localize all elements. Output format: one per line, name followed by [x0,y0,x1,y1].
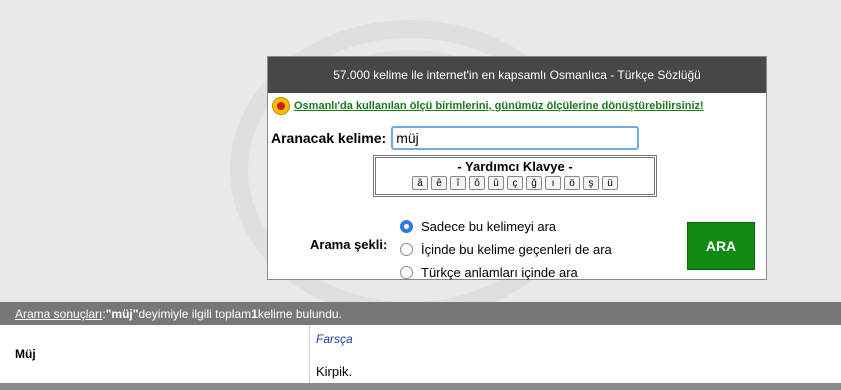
search-mode-label: Arama şekli: [310,237,388,252]
radio-icon[interactable] [400,243,413,256]
results-text-mid: deyimiyle ilgili toplam [138,306,252,321]
mode-option-label: İçinde bu kelime geçenleri de ara [421,242,612,257]
keyboard-keys: â ê î ô û ç ğ ı ö ş ü [376,176,654,190]
mode-option-label: Sadece bu kelimeyi ara [421,219,557,234]
radio-selected-icon[interactable] [400,220,413,233]
search-mode-options: Sadece bu kelimeyi ara İçinde bu kelime … [400,215,612,284]
search-label: Aranacak kelime: [271,130,387,146]
search-input[interactable] [391,126,640,150]
search-panel: 57.000 kelime ile internet'in en kapsaml… [267,56,767,280]
search-row: Aranacak kelime: [271,126,640,150]
mode-option-meanings[interactable]: Türkçe anlamları içinde ara [400,261,612,284]
key-o-umlaut[interactable]: ö [564,176,580,190]
bottom-bar [0,383,841,390]
key-dotless-i[interactable]: ı [545,176,561,190]
info-row: Osmanlı'da kullanılan ölçü birimlerini, … [272,97,704,115]
helper-keyboard: - Yardımcı Klavye - â ê î ô û ç ğ ı ö ş … [373,155,657,197]
key-u-circumflex[interactable]: û [488,176,504,190]
key-a-circumflex[interactable]: â [412,176,428,190]
result-divider [309,325,310,383]
results-summary: Arama sonuçları: "müj" deyimiyle ilgili t… [0,302,841,325]
result-row [0,325,841,383]
key-o-circumflex[interactable]: ô [469,176,485,190]
search-button[interactable]: ARA [687,222,755,270]
info-badge-icon [272,97,290,115]
mode-option-label: Türkçe anlamları içinde ara [421,265,578,280]
result-language: Farsça [316,332,353,346]
key-e-circumflex[interactable]: ê [431,176,447,190]
results-text-end: kelime bulundu. [257,306,342,321]
results-query: "müj" [105,306,139,321]
keyboard-title: - Yardımcı Klavye - [457,159,573,174]
results-link[interactable]: Arama sonuçları [15,307,102,321]
key-i-circumflex[interactable]: î [450,176,466,190]
result-word: Müj [15,347,36,361]
unit-converter-link[interactable]: Osmanlı'da kullanılan ölçü birimlerini, … [294,100,704,112]
mode-option-contains[interactable]: İçinde bu kelime geçenleri de ara [400,238,612,261]
key-g-breve[interactable]: ğ [526,176,542,190]
panel-header: 57.000 kelime ile internet'in en kapsaml… [268,57,766,93]
key-c-cedilla[interactable]: ç [507,176,523,190]
key-u-umlaut[interactable]: ü [602,176,618,190]
result-meaning: Kirpik. [316,364,353,379]
results-count: 1 [251,306,258,321]
key-s-cedilla[interactable]: ş [583,176,599,190]
radio-icon[interactable] [400,266,413,279]
mode-option-exact[interactable]: Sadece bu kelimeyi ara [400,215,612,238]
